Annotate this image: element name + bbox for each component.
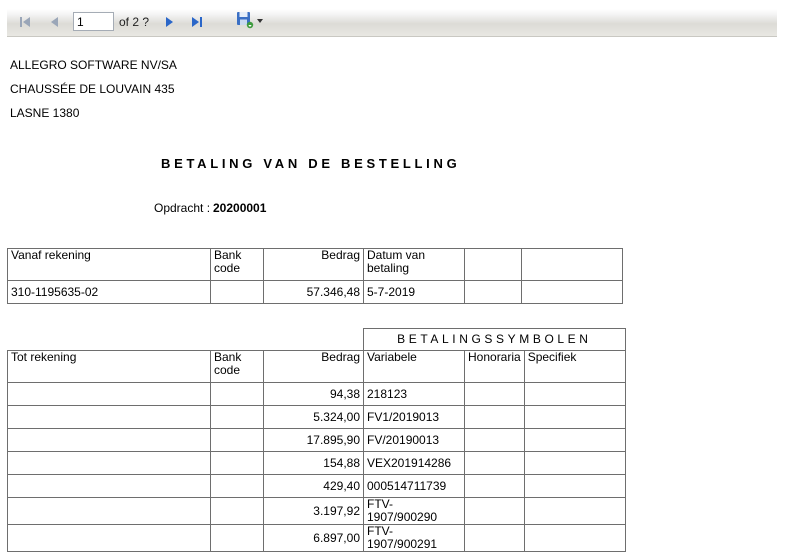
address-line-2: CHAUSSÉE DE LOUVAIN 435: [10, 82, 175, 96]
header-fees: Honoraria: [464, 350, 525, 383]
cell-bank-code: [210, 474, 264, 498]
cell-amount: 6.897,00: [263, 524, 364, 552]
first-page-icon[interactable]: [18, 15, 32, 29]
table-row: 5.324,00 FV1/2019013: [7, 405, 626, 429]
to-account-rows: 94,38 218123 5.324,00 FV1/2019013 17.895,90 F…: [7, 382, 626, 552]
cell-empty: [521, 280, 623, 304]
chevron-down-icon[interactable]: [257, 19, 263, 23]
cell-amount: 5.324,00: [263, 405, 364, 429]
cell-variable: FV1/2019013: [363, 405, 465, 429]
header-empty: [464, 248, 522, 281]
header-empty: [521, 248, 623, 281]
cell-specific: [523, 451, 626, 475]
cell-amount: 429,40: [263, 474, 364, 498]
cell-account: [7, 524, 211, 552]
header-payment-date: Datum van betaling: [363, 248, 465, 281]
order-label: Opdracht :: [154, 201, 211, 215]
cell-fees: [464, 524, 525, 552]
cell-variable: FTV-1907/900291: [363, 524, 465, 552]
cell-specific: [523, 428, 626, 452]
cell-bank-code: [210, 405, 264, 429]
cell-bank-code: [210, 451, 264, 475]
cell-variable: FTV-1907/900290: [363, 497, 465, 525]
cell-amount: 3.197,92: [263, 497, 364, 525]
report-toolbar: of 2 ?: [7, 9, 777, 37]
table-row: 6.897,00 FTV-1907/900291: [7, 524, 626, 552]
cell-fees: [464, 428, 525, 452]
report-title: BETALING VAN DE BESTELLING: [161, 156, 461, 171]
cell-account: [7, 497, 211, 525]
cell-bank-code: [210, 428, 264, 452]
cell-variable: 218123: [363, 382, 465, 406]
table-row: 3.197,92 FTV-1907/900290: [7, 497, 626, 525]
table-header-row: Tot rekening Bank code Bedrag Variabele …: [7, 350, 626, 383]
address-line-3: LASNE 1380: [10, 106, 80, 120]
cell-fees: [464, 405, 525, 429]
from-account-table: Vanaf rekening Bank code Bedrag Datum va…: [7, 248, 623, 304]
spacer-cell: [211, 329, 264, 351]
header-specific: Specifiek: [523, 350, 626, 383]
cell-specific: [523, 405, 626, 429]
cell-amount: 94,38: [263, 382, 364, 406]
cell-variable: VEX201914286: [363, 451, 465, 475]
next-page-icon[interactable]: [162, 15, 176, 29]
cell-account: [7, 451, 211, 475]
page-number-input[interactable]: [73, 12, 114, 31]
cell-account: [7, 428, 211, 452]
cell-variable: 000514711739: [363, 474, 465, 498]
cell-fees: [464, 382, 525, 406]
cell-bank-code: [210, 280, 264, 304]
cell-specific: [523, 524, 626, 552]
header-from-account: Vanaf rekening: [7, 248, 211, 281]
table-row: 154,88 VEX201914286: [7, 451, 626, 475]
cell-specific: [523, 382, 626, 406]
table-header-row: Vanaf rekening Bank code Bedrag Datum va…: [7, 248, 623, 281]
cell-amount: 57.346,48: [263, 280, 364, 304]
export-save-icon[interactable]: [236, 11, 254, 29]
table-row: 429,40 000514711739: [7, 474, 626, 498]
cell-date: 5-7-2019: [363, 280, 465, 304]
header-amount: Bedrag: [263, 350, 364, 383]
cell-fees: [464, 451, 525, 475]
cell-variable: FV/20190013: [363, 428, 465, 452]
cell-specific: [523, 497, 626, 525]
cell-amount: 154,88: [263, 451, 364, 475]
spacer-cell: [8, 329, 211, 351]
cell-bank-code: [210, 497, 264, 525]
page-count-label: of 2 ?: [119, 15, 150, 29]
to-account-table: BETALINGSSYMBOLEN Tot rekening Bank code…: [7, 328, 626, 552]
cell-account: [7, 474, 211, 498]
spacer-cell: [263, 328, 364, 351]
last-page-icon[interactable]: [190, 15, 204, 29]
previous-page-icon[interactable]: [48, 15, 62, 29]
header-to-account: Tot rekening: [7, 350, 211, 383]
table-row: 17.895,90 FV/20190013: [7, 428, 626, 452]
cell-specific: [523, 474, 626, 498]
header-variable: Variabele: [363, 350, 465, 383]
header-bank-code: Bank code: [210, 248, 264, 281]
table-row: 94,38 218123: [7, 382, 626, 406]
cell-fees: [464, 474, 525, 498]
cell-empty: [464, 280, 522, 304]
cell-bank-code: [210, 382, 264, 406]
address-line-1: ALLEGRO SOFTWARE NV/SA: [10, 58, 177, 72]
header-bank-code: Bank code: [210, 350, 264, 383]
table-row: 310-1195635-02 57.346,48 5-7-2019: [7, 280, 623, 304]
cell-account: [7, 405, 211, 429]
cell-amount: 17.895,90: [263, 428, 364, 452]
payment-symbols-header: BETALINGSSYMBOLEN: [363, 328, 626, 351]
order-value: 20200001: [213, 201, 267, 215]
header-amount: Bedrag: [263, 248, 364, 281]
cell-bank-code: [210, 524, 264, 552]
cell-fees: [464, 497, 525, 525]
group-header-row: BETALINGSSYMBOLEN: [8, 328, 626, 351]
cell-account: [7, 382, 211, 406]
cell-account: 310-1195635-02: [7, 280, 211, 304]
